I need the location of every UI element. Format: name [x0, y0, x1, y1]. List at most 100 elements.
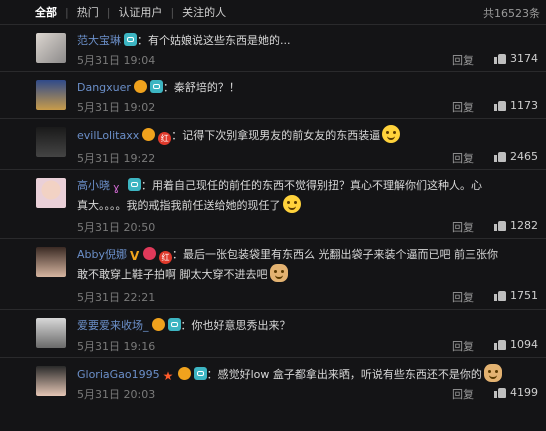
comment-body: 爱要爱来收场_ ：你也好意思秀出来？: [77, 316, 538, 335]
comment-body: Dangxuer ：秦舒培的？！: [77, 78, 538, 97]
comment-item: evilLolitaxx 红：记得下次别拿现男友的前女友的东西装逼 5月31日 1…: [0, 118, 546, 169]
username[interactable]: Abby倪娜: [77, 248, 127, 261]
bunny-badge-icon: ɣ: [113, 181, 120, 194]
comment-time: 5月31日 20:50: [77, 221, 156, 234]
comment-time: 5月31日 22:21: [77, 291, 156, 304]
reply-button[interactable]: 回复: [452, 386, 474, 402]
tab-all[interactable]: 全部: [35, 4, 57, 20]
filter-tabs: 全部 | 热门 | 认证用户 | 关注的人 共16523条: [0, 0, 546, 24]
avatar[interactable]: [36, 178, 66, 208]
thumbs-up-icon: [494, 290, 506, 301]
comment-text-continued: 真大。。。。我的戒指我前任送给她的现任了: [77, 199, 281, 212]
camera-badge-icon: [167, 318, 181, 331]
comment-item: 爱要爱来收场_ ：你也好意思秀出来？ 5月31日 19:16 回复 1094: [0, 309, 546, 357]
like-count: 1173: [510, 99, 538, 112]
reply-button[interactable]: 回复: [452, 338, 474, 354]
shy-emoji-icon: [282, 195, 301, 213]
reply-button[interactable]: 回复: [452, 219, 474, 235]
like-count: 3174: [510, 52, 538, 65]
username[interactable]: Dangxuer: [77, 81, 131, 94]
red-badge-icon: 红: [158, 132, 172, 145]
like-button[interactable]: 1094: [494, 338, 538, 351]
vip-badge-icon: [142, 128, 156, 141]
like-count: 1282: [510, 219, 538, 232]
username[interactable]: 爱要爱来收场_: [77, 319, 149, 332]
username[interactable]: GloriaGao1995: [77, 368, 160, 381]
like-button[interactable]: 2465: [494, 150, 538, 163]
comment-body: 范大宝琳 ：有个姑娘说这些东西是她的...: [77, 31, 538, 50]
grin-emoji-icon: [382, 125, 401, 143]
username[interactable]: 范大宝琳: [77, 34, 121, 47]
comment-text: ：你也好意思秀出来？: [180, 319, 291, 332]
like-button[interactable]: 1173: [494, 99, 538, 112]
like-count: 4199: [510, 386, 538, 399]
vip-badge-icon: [133, 80, 147, 93]
tab-separator: |: [170, 5, 175, 19]
avatar[interactable]: [36, 247, 66, 277]
like-count: 1094: [510, 338, 538, 351]
thumbs-up-icon: [494, 100, 506, 111]
like-button[interactable]: 1282: [494, 219, 538, 232]
reply-button[interactable]: 回复: [452, 289, 474, 305]
comment-time: 5月31日 19:22: [77, 152, 156, 165]
thumbs-up-icon: [494, 339, 506, 350]
tab-hot[interactable]: 热门: [77, 4, 99, 20]
camera-badge-icon: [149, 80, 163, 93]
comment-item: 高小晓 ɣ ：用着自己现任的前任的东西不觉得别扭？真心不理解你们这种人。心 真大。。…: [0, 169, 546, 238]
like-button[interactable]: 3174: [494, 52, 538, 65]
comment-body: 高小晓 ɣ ：用着自己现任的前任的东西不觉得别扭？真心不理解你们这种人。心 真大。。…: [77, 176, 538, 215]
username[interactable]: evilLolitaxx: [77, 129, 139, 142]
dog-emoji-icon: [269, 264, 288, 282]
thumbs-up-icon: [494, 53, 506, 64]
comment-body: GloriaGao1995 ★ ：感觉好low 盒子都拿出来晒，听说有些东西还不是你…: [77, 364, 538, 384]
comment-item: Abby倪娜 V 红：最后一张包装袋里有东西么 光翻出袋子来装个逼而已吧 前三张你 …: [0, 238, 546, 309]
tab-following[interactable]: 关注的人: [182, 4, 226, 20]
camera-badge-icon: [128, 178, 141, 191]
like-count: 2465: [510, 150, 538, 163]
camera-badge-icon: [193, 367, 207, 380]
vip-badge-icon: [151, 318, 165, 331]
like-button[interactable]: 1751: [494, 289, 538, 302]
comment-time: 5月31日 19:16: [77, 340, 156, 353]
avatar[interactable]: [36, 366, 66, 396]
avatar[interactable]: [36, 127, 66, 157]
comment-text: ：最后一张包装袋里有东西么 光翻出袋子来装个逼而已吧 前三张你: [172, 248, 498, 261]
comment-body: Abby倪娜 V 红：最后一张包装袋里有东西么 光翻出袋子来装个逼而已吧 前三张你 …: [77, 245, 538, 284]
comment-text: ：秦舒培的？！: [162, 81, 240, 94]
thumbs-up-icon: [494, 220, 506, 231]
comment-text-continued: 敢不敢穿上鞋子拍啊 脚太大穿不进去吧: [77, 268, 268, 281]
avatar[interactable]: [36, 80, 66, 110]
like-button[interactable]: 4199: [494, 386, 538, 399]
verified-v-icon: V: [130, 249, 140, 263]
camera-badge-icon: [124, 33, 137, 46]
reply-button[interactable]: 回复: [452, 150, 474, 166]
tab-verified-users[interactable]: 认证用户: [118, 4, 162, 20]
thumbs-up-icon: [494, 151, 506, 162]
comment-text: ：记得下次别拿现男友的前女友的东西装逼: [171, 129, 381, 142]
heart-badge-icon: [143, 247, 156, 260]
comment-list: 范大宝琳 ：有个姑娘说这些东西是她的... 5月31日 19:04 回复 3174…: [0, 24, 546, 414]
avatar[interactable]: [36, 318, 66, 348]
comment-body: evilLolitaxx 红：记得下次别拿现男友的前女友的东西装逼: [77, 125, 538, 145]
comment-text: ：用着自己现任的前任的东西不觉得别扭？真心不理解你们这种人。心: [141, 179, 482, 192]
tab-separator: |: [65, 5, 69, 19]
comment-total: 共16523条: [483, 7, 540, 20]
comment-item: Dangxuer ：秦舒培的？！ 5月31日 19:02 回复 1173: [0, 71, 546, 118]
thumbs-up-icon: [494, 387, 506, 398]
star-badge-icon: ★: [162, 369, 174, 383]
comment-item: GloriaGao1995 ★ ：感觉好low 盒子都拿出来晒，听说有些东西还不是你…: [0, 357, 546, 414]
comment-text: ：有个姑娘说这些东西是她的...: [137, 34, 291, 47]
red-badge-icon: 红: [159, 251, 172, 264]
vip-badge-icon: [177, 367, 191, 380]
username[interactable]: 高小晓: [77, 179, 110, 192]
comment-text: ：感觉好low 盒子都拿出来晒，听说有些东西还不是你的: [206, 368, 482, 381]
dog-emoji-icon: [483, 364, 502, 382]
comment-time: 5月31日 19:04: [77, 54, 156, 67]
tab-separator: |: [106, 5, 111, 19]
comment-time: 5月31日 20:03: [77, 388, 156, 401]
reply-button[interactable]: 回复: [452, 99, 474, 115]
reply-button[interactable]: 回复: [452, 52, 474, 68]
avatar[interactable]: [36, 33, 66, 63]
comment-item: 范大宝琳 ：有个姑娘说这些东西是她的... 5月31日 19:04 回复 3174: [0, 24, 546, 71]
like-count: 1751: [510, 289, 538, 302]
